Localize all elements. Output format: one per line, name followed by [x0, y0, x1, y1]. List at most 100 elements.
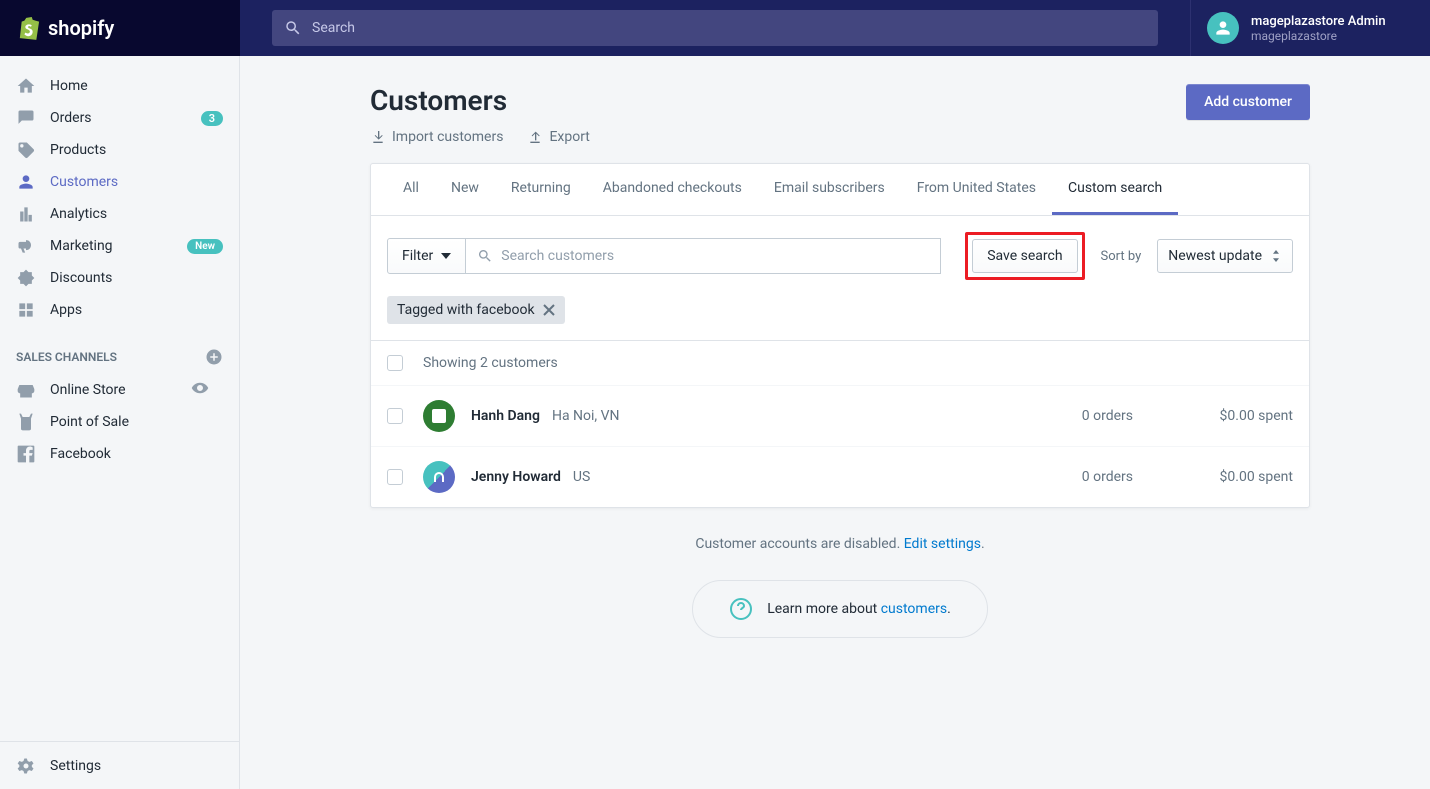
section-label: SALES CHANNELS — [16, 350, 117, 364]
global-search-wrap — [240, 10, 1190, 46]
customer-location: Ha Noi, VN — [552, 408, 620, 424]
add-icon[interactable] — [205, 348, 223, 366]
nav-label: Online Store — [50, 382, 126, 398]
list-header: Showing 2 customers — [371, 340, 1309, 385]
tag-icon — [16, 140, 36, 160]
tab-returning[interactable]: Returning — [495, 164, 587, 215]
customer-row[interactable]: Jenny Howard US 0 orders $0.00 spent — [371, 446, 1309, 507]
applied-filter-tag: Tagged with facebook — [387, 296, 565, 324]
nav-apps[interactable]: Apps — [0, 294, 239, 326]
learn-text: Learn more about — [767, 601, 881, 617]
nav-analytics[interactable]: Analytics — [0, 198, 239, 230]
user-avatar — [1207, 12, 1239, 44]
store-icon — [16, 380, 36, 400]
search-icon — [477, 248, 493, 264]
facebook-icon — [16, 444, 36, 464]
upload-icon — [527, 129, 543, 145]
accounts-disabled-note: Customer accounts are disabled. Edit set… — [370, 536, 1310, 552]
customer-location: US — [573, 469, 590, 485]
action-label: Import customers — [392, 129, 503, 145]
megaphone-icon — [16, 236, 36, 256]
analytics-icon — [16, 204, 36, 224]
customer-search-input[interactable] — [501, 248, 928, 264]
customers-help-link[interactable]: customers — [881, 601, 947, 617]
new-badge: New — [187, 239, 223, 254]
row-checkbox[interactable] — [387, 408, 403, 424]
help-icon — [729, 597, 753, 621]
save-search-highlight: Save search — [965, 232, 1084, 280]
filter-label: Filter — [402, 248, 433, 264]
nav-label: Settings — [50, 758, 101, 774]
nav-label: Discounts — [50, 270, 112, 286]
nav-label: Customers — [50, 174, 118, 190]
user-name: mageplazastore Admin — [1251, 14, 1386, 29]
nav-products[interactable]: Products — [0, 134, 239, 166]
search-icon — [284, 19, 302, 37]
tab-new[interactable]: New — [435, 164, 495, 215]
select-all-checkbox[interactable] — [387, 355, 403, 371]
nav-label: Marketing — [50, 238, 113, 254]
nav-label: Apps — [50, 302, 82, 318]
nav-orders[interactable]: Orders 3 — [0, 102, 239, 134]
add-customer-button[interactable]: Add customer — [1186, 84, 1310, 120]
user-menu[interactable]: mageplazastore Admin mageplazastore — [1190, 0, 1430, 56]
global-search-input[interactable] — [312, 20, 1146, 36]
learn-more-card: Learn more about customers. — [692, 580, 988, 638]
pos-icon — [16, 412, 36, 432]
tab-email-subscribers[interactable]: Email subscribers — [758, 164, 901, 215]
nav-pos[interactable]: Point of Sale — [0, 406, 239, 438]
showing-text: Showing 2 customers — [423, 355, 558, 371]
edit-settings-link[interactable]: Edit settings — [904, 536, 981, 552]
customer-orders: 0 orders — [983, 408, 1133, 424]
sidebar: Home Orders 3 Products Customers Analytic… — [0, 56, 240, 789]
customer-search[interactable] — [465, 238, 941, 274]
nav-label: Point of Sale — [50, 414, 129, 430]
nav-settings[interactable]: Settings — [0, 741, 239, 789]
nav-discounts[interactable]: Discounts — [0, 262, 239, 294]
logo-text: shopify — [48, 16, 114, 40]
nav-online-store[interactable]: Online Store — [0, 374, 239, 406]
global-search[interactable] — [272, 10, 1158, 46]
sort-select[interactable]: Newest update — [1157, 239, 1293, 273]
footnote-text: . — [981, 536, 985, 552]
nav-facebook[interactable]: Facebook — [0, 438, 239, 470]
page-title: Customers — [370, 84, 590, 117]
orders-badge: 3 — [201, 111, 223, 126]
tab-all[interactable]: All — [387, 164, 435, 215]
nav-label: Facebook — [50, 446, 111, 462]
customer-name: Jenny Howard — [471, 469, 561, 485]
logo[interactable]: shopify — [0, 0, 240, 56]
apps-icon — [16, 300, 36, 320]
customer-spent: $0.00 spent — [1133, 408, 1293, 424]
nav-marketing[interactable]: Marketing New — [0, 230, 239, 262]
filter-button[interactable]: Filter — [387, 238, 466, 274]
export-action[interactable]: Export — [527, 129, 589, 145]
nav-label: Orders — [50, 110, 92, 126]
nav-label: Home — [50, 78, 88, 94]
nav-home[interactable]: Home — [0, 70, 239, 102]
tag-label: Tagged with facebook — [397, 302, 535, 318]
gear-icon — [16, 756, 36, 776]
row-checkbox[interactable] — [387, 469, 403, 485]
customer-name: Hanh Dang — [471, 408, 540, 424]
action-label: Export — [549, 129, 589, 145]
main-content: Customers Import customers Export Add cu… — [240, 56, 1430, 789]
orders-icon — [16, 108, 36, 128]
sales-channels-header: SALES CHANNELS — [0, 326, 239, 374]
caret-down-icon — [441, 251, 451, 261]
discount-icon — [16, 268, 36, 288]
remove-tag-icon[interactable] — [543, 304, 555, 316]
import-customers-action[interactable]: Import customers — [370, 129, 503, 145]
topbar: shopify mageplazastore Admin mageplazast… — [0, 0, 1430, 56]
nav-label: Products — [50, 142, 106, 158]
sort-arrows-icon — [1270, 250, 1282, 262]
customer-spent: $0.00 spent — [1133, 469, 1293, 485]
customer-row[interactable]: Hanh Dang Ha Noi, VN 0 orders $0.00 spen… — [371, 385, 1309, 446]
nav-customers[interactable]: Customers — [0, 166, 239, 198]
tab-custom-search[interactable]: Custom search — [1052, 164, 1178, 215]
save-search-button[interactable]: Save search — [972, 239, 1077, 273]
tab-abandoned[interactable]: Abandoned checkouts — [587, 164, 758, 215]
tab-from-us[interactable]: From United States — [901, 164, 1052, 215]
sort-value: Newest update — [1168, 248, 1262, 264]
view-store-icon[interactable] — [191, 379, 223, 401]
